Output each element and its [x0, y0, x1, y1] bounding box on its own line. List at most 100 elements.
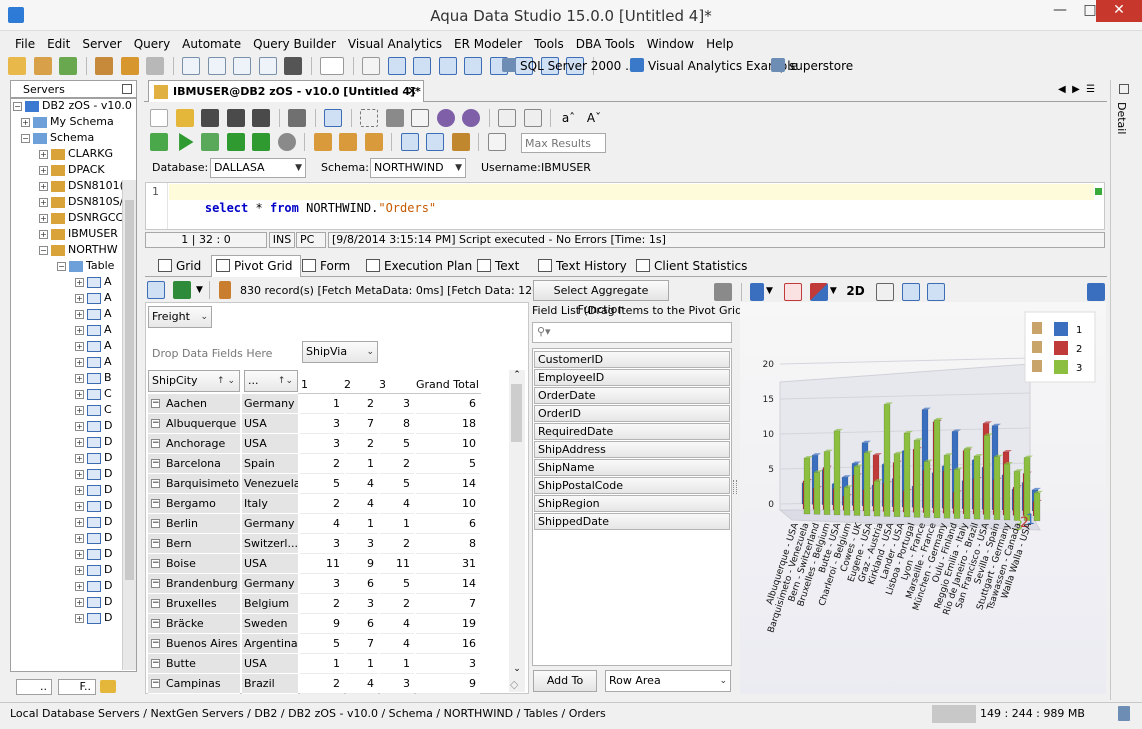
- restore-icon[interactable]: [122, 84, 132, 94]
- server-connect-icon[interactable]: [59, 57, 77, 75]
- tree-my-schema[interactable]: + My Schema: [21, 115, 114, 128]
- tab-form[interactable]: Form: [298, 256, 350, 276]
- pivot-cell-total[interactable]: 6: [416, 394, 480, 414]
- font-decrease-icon[interactable]: Aˇ: [585, 109, 603, 127]
- execute-line-icon[interactable]: [201, 133, 219, 151]
- detail-restore-icon[interactable]: [1119, 84, 1129, 94]
- menu-dba-tools[interactable]: DBA Tools: [570, 34, 641, 54]
- collapse-row-icon[interactable]: −: [151, 439, 160, 448]
- collapse-row-icon[interactable]: −: [151, 679, 160, 688]
- servers-tab[interactable]: Servers: [10, 80, 137, 98]
- pivot-cell-total[interactable]: 3: [416, 654, 480, 674]
- pivot-cell-v3[interactable]: 5: [380, 434, 414, 454]
- pivot-cell-city[interactable]: Bern: [148, 534, 240, 554]
- pivot-cell-country[interactable]: Sweden: [242, 614, 298, 634]
- field-search[interactable]: ⚲▾: [532, 322, 732, 343]
- tab-text-history[interactable]: Text History: [534, 256, 627, 276]
- tree-tables[interactable]: − Table: [57, 259, 114, 272]
- results-text-icon[interactable]: [426, 133, 444, 151]
- tree-table-item[interactable]: + D: [75, 611, 112, 624]
- pivot-cell-city[interactable]: Buenos Aires: [148, 634, 240, 654]
- layout-1-icon[interactable]: [387, 57, 406, 75]
- execute-explain-icon[interactable]: [226, 133, 245, 151]
- palette-icon[interactable]: [809, 283, 828, 301]
- doc-tab[interactable]: IBMUSER@DB2 zOS - v10.0 [Untitled 4]* ✕: [148, 80, 424, 102]
- export-chevron-icon[interactable]: ▼: [196, 285, 203, 295]
- pivot-cell-v2[interactable]: 6: [346, 614, 378, 634]
- database-select[interactable]: DALLASA ▼: [210, 158, 306, 178]
- server-register-icon[interactable]: [8, 57, 26, 75]
- menu-file[interactable]: File: [9, 34, 41, 54]
- pivot-cell-v2[interactable]: 4: [346, 674, 378, 694]
- chart-grid-icon[interactable]: [876, 283, 895, 301]
- field-item[interactable]: OrderDate: [534, 387, 730, 404]
- tree-db2-zos[interactable]: − DB2 zOS - v10.0: [13, 99, 132, 112]
- menu-server[interactable]: Server: [76, 34, 127, 54]
- toolbar-server-sql2000[interactable]: SQL Server 2000 .54: [520, 57, 644, 75]
- limit-icon[interactable]: [487, 133, 506, 151]
- pivot-cell-city[interactable]: Bräcke: [148, 614, 240, 634]
- tree-table-item[interactable]: + D: [75, 499, 112, 512]
- field-item[interactable]: OrderID: [534, 405, 730, 422]
- pivot-cell-country[interactable]: Switzerl...: [242, 534, 298, 554]
- pivot-cell-country[interactable]: USA: [242, 554, 298, 574]
- pivot-cell-city[interactable]: Barcelona: [148, 454, 240, 474]
- pivot-cell-v2[interactable]: 7: [346, 634, 378, 654]
- collapse-row-icon[interactable]: −: [151, 639, 160, 648]
- print-icon[interactable]: [288, 109, 306, 127]
- undo-icon[interactable]: [436, 109, 455, 127]
- tree-scrollbar[interactable]: [122, 180, 136, 670]
- chart-type-chevron-icon[interactable]: ▼: [766, 286, 773, 296]
- tree-table-item[interactable]: + D: [75, 547, 112, 560]
- cut-icon[interactable]: [385, 109, 404, 127]
- stop-icon[interactable]: [277, 133, 296, 151]
- pivot-cell-country[interactable]: Germany: [242, 514, 298, 534]
- pivot-cell-v2[interactable]: 1: [346, 514, 378, 534]
- chart-wizard-icon[interactable]: [714, 283, 732, 301]
- tab-execution-plan[interactable]: Execution Plan: [362, 256, 472, 276]
- schema-browse-icon[interactable]: [207, 57, 226, 75]
- tree-table-item[interactable]: + A: [75, 323, 112, 336]
- menu-query[interactable]: Query: [128, 34, 176, 54]
- area-select[interactable]: Row Area ⌄: [605, 670, 731, 692]
- pivot-cell-v1[interactable]: 2: [300, 594, 344, 614]
- pivot-cell-v3[interactable]: 2: [380, 454, 414, 474]
- pivot-cell-v1[interactable]: 3: [300, 534, 344, 554]
- pivot-cell-total[interactable]: 19: [416, 614, 480, 634]
- pivot-cell-v3[interactable]: 4: [380, 494, 414, 514]
- collapse-row-icon[interactable]: −: [151, 619, 160, 628]
- tree-table-item[interactable]: + D: [75, 515, 112, 528]
- pivot-cell-v1[interactable]: 1: [300, 654, 344, 674]
- data-field-freight[interactable]: Freight ⌄: [148, 306, 212, 328]
- pivot-cell-city[interactable]: Butte: [148, 654, 240, 674]
- tree-schema-dpack[interactable]: + DPACK: [39, 163, 105, 176]
- pivot-cell-total[interactable]: 14: [416, 574, 480, 594]
- pivot-cell-city[interactable]: Albuquerque: [148, 414, 240, 434]
- pivot-cell-v3[interactable]: 8: [380, 414, 414, 434]
- pivot-cell-v3[interactable]: 3: [380, 394, 414, 414]
- commit-icon[interactable]: [313, 133, 332, 151]
- add-to-button[interactable]: Add To: [533, 670, 597, 692]
- field-item[interactable]: RequiredDate: [534, 423, 730, 440]
- pivot-cell-total[interactable]: 5: [416, 454, 480, 474]
- pivot-cell-v1[interactable]: 2: [300, 494, 344, 514]
- tree-table-item[interactable]: + D: [75, 419, 112, 432]
- results-chart-icon[interactable]: [451, 133, 470, 151]
- chart-2d-toggle[interactable]: 2D: [846, 284, 864, 298]
- tree-table-item[interactable]: + D: [75, 467, 112, 480]
- collapse-row-icon[interactable]: −: [151, 459, 160, 468]
- pivot-cell-total[interactable]: 6: [416, 514, 480, 534]
- tab-client-statistics[interactable]: Client Statistics: [632, 256, 747, 276]
- pivot-cell-v1[interactable]: 3: [300, 434, 344, 454]
- tree-scroll-thumb[interactable]: [125, 200, 134, 580]
- pivot-cell-country[interactable]: USA: [242, 434, 298, 454]
- layout-2-icon[interactable]: [413, 57, 431, 75]
- execute-icon[interactable]: [179, 133, 194, 151]
- select-icon[interactable]: [360, 109, 378, 127]
- pivot-cell-country[interactable]: Belgium: [242, 594, 298, 614]
- pivot-cell-country[interactable]: Spain: [242, 454, 298, 474]
- chart-props-icon[interactable]: [901, 283, 920, 301]
- tree-table-item[interactable]: + C: [75, 403, 112, 416]
- tab-pivot-grid[interactable]: Pivot Grid: [211, 255, 302, 277]
- resize-grip-icon[interactable]: ◇: [510, 678, 518, 691]
